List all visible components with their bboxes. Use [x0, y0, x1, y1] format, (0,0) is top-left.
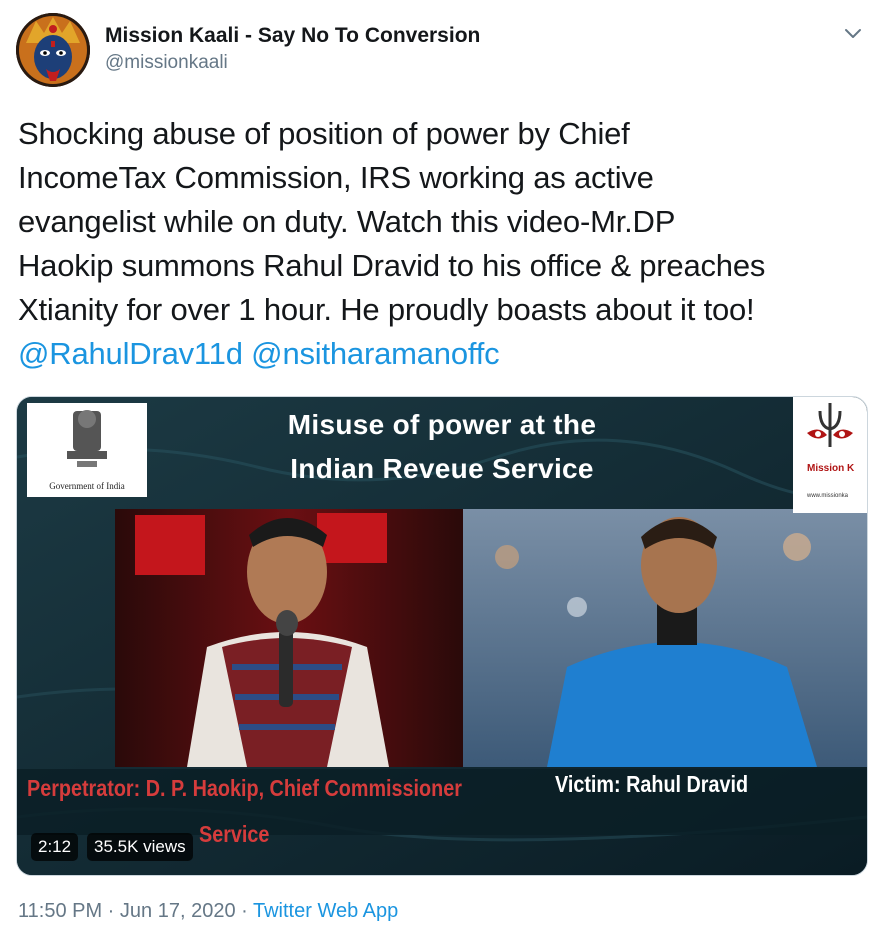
trishul-eyes-icon	[807, 403, 853, 447]
perpetrator-caption: Perpetrator: D. P. Haokip, Chief Commiss…	[27, 775, 462, 801]
tweet-time[interactable]: 11:50 PM	[18, 900, 102, 922]
victim-caption: Victim: Rahul Dravid	[555, 771, 749, 797]
author-avatar[interactable]	[16, 13, 90, 87]
more-options-chevron-icon[interactable]	[840, 24, 866, 44]
mission-kaali-logo-text: Mission K	[807, 463, 855, 474]
video-player[interactable]: Misuse of power at the Indian Reveue Ser…	[16, 396, 868, 876]
mention-rahuldrav11d[interactable]: @RahulDrav11d	[18, 336, 243, 371]
government-emblem-logo: Government of India	[27, 403, 147, 497]
tweet-text-line: IncomeTax Commission, IRS working as act…	[18, 160, 654, 195]
author-handle[interactable]: @missionkaali	[105, 50, 480, 76]
video-views-badge: 35.5K views	[87, 833, 193, 861]
tweet-date[interactable]: Jun 17, 2020	[120, 900, 236, 922]
mentions-line: @RahulDrav11d @nsitharamanoffc	[18, 332, 878, 376]
tweet-text-line: evangelist while on duty. Watch this vid…	[18, 204, 676, 239]
tweet-card: Mission Kaali - Say No To Conversion @mi…	[0, 0, 888, 950]
tweet-text-line: Haokip summons Rahul Dravid to his offic…	[18, 248, 766, 283]
goddess-kaali-avatar-icon	[16, 13, 90, 87]
author-header[interactable]: Mission Kaali - Say No To Conversion @mi…	[105, 22, 480, 76]
mission-kaali-logo-url: www.missionka	[807, 493, 849, 499]
service-caption: Service	[199, 821, 270, 847]
gov-caption: Government of India	[49, 481, 125, 491]
author-display-name[interactable]: Mission Kaali - Say No To Conversion	[105, 22, 480, 50]
mission-kaali-logo: Mission K www.missionka	[793, 397, 867, 513]
tweet-text-line: Xtianity for over 1 hour. He proudly boa…	[18, 292, 755, 327]
tweet-meta: 11:50 PM · Jun 17, 2020 · Twitter Web Ap…	[18, 900, 398, 923]
tweet-text: Shocking abuse of position of power by C…	[18, 112, 878, 376]
tweet-text-line: Shocking abuse of position of power by C…	[18, 116, 630, 151]
mention-nsitharamanoffc[interactable]: @nsitharamanoffc	[251, 336, 499, 371]
meta-separator: ·	[235, 900, 253, 922]
video-duration-badge: 2:12	[31, 833, 79, 861]
tweet-source-app[interactable]: Twitter Web App	[253, 900, 398, 922]
meta-separator: ·	[102, 900, 120, 922]
lion-capital-emblem-icon	[67, 410, 107, 467]
